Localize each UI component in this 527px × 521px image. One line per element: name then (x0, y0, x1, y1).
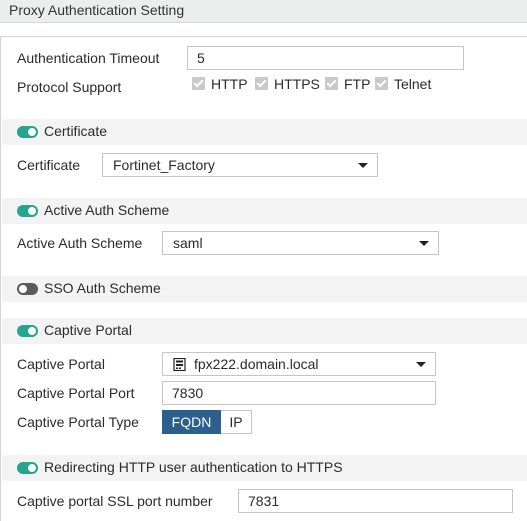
captive-portal-select[interactable]: fpx222.domain.local (162, 352, 436, 376)
certificate-select[interactable]: Fortinet_Factory (102, 153, 378, 177)
telnet-label: Telnet (394, 76, 432, 92)
captive-portal-port-label: Captive Portal Port (17, 385, 135, 401)
section-header: Proxy Authentication Setting (0, 0, 527, 23)
sso-section-title: SSO Auth Scheme (44, 280, 161, 296)
protocol-support-label: Protocol Support (17, 79, 122, 95)
ftp-label: FTP (344, 76, 371, 92)
chevron-down-icon (419, 241, 429, 246)
captive-portal-toggle[interactable] (17, 325, 38, 337)
http-label: HTTP (211, 76, 248, 92)
captive-portal-section-header: Captive Portal (2, 318, 527, 344)
active-auth-section-title: Active Auth Scheme (44, 202, 170, 218)
ssl-port-input[interactable]: 7831 (238, 489, 513, 513)
telnet-checkbox[interactable] (375, 77, 388, 90)
sso-section-header: SSO Auth Scheme (2, 276, 527, 302)
captive-portal-type-fqdn[interactable]: FQDN (162, 410, 221, 434)
certificate-value: Fortinet_Factory (113, 157, 215, 173)
captive-portal-section-title: Captive Portal (44, 322, 132, 338)
https-checkbox[interactable] (255, 77, 268, 90)
ssl-port-label: Captive portal SSL port number (17, 493, 213, 509)
sso-toggle[interactable] (17, 283, 38, 295)
redirect-section-header: Redirecting HTTP user authentication to … (2, 455, 527, 481)
https-label: HTTPS (274, 76, 320, 92)
http-checkbox[interactable] (192, 77, 205, 90)
captive-portal-label: Captive Portal (17, 356, 105, 372)
certificate-section-header: Certificate (2, 119, 527, 145)
captive-portal-type-ip[interactable]: IP (221, 410, 252, 434)
auth-timeout-label: Authentication Timeout (17, 50, 160, 66)
captive-portal-port-input[interactable]: 7830 (162, 381, 436, 405)
active-auth-value: saml (173, 235, 203, 251)
redirect-toggle[interactable] (17, 462, 38, 474)
certificate-label: Certificate (17, 157, 81, 173)
chevron-down-icon (358, 163, 368, 168)
active-auth-select[interactable]: saml (162, 231, 439, 255)
captive-portal-type-label: Captive Portal Type (17, 414, 139, 430)
certificate-toggle[interactable] (17, 126, 38, 138)
settings-panel: Authentication Timeout 5 Protocol Suppor… (0, 36, 527, 521)
server-icon (173, 358, 186, 371)
section-title: Proxy Authentication Setting (9, 2, 185, 18)
active-auth-label: Active Auth Scheme (17, 235, 143, 251)
redirect-section-title: Redirecting HTTP user authentication to … (44, 459, 343, 475)
active-auth-section-header: Active Auth Scheme (2, 198, 527, 224)
ftp-checkbox[interactable] (325, 77, 338, 90)
certificate-section-title: Certificate (44, 123, 108, 139)
active-auth-toggle[interactable] (17, 205, 38, 217)
auth-timeout-input[interactable]: 5 (187, 46, 464, 70)
chevron-down-icon (416, 362, 426, 367)
captive-portal-value: fpx222.domain.local (194, 356, 319, 372)
